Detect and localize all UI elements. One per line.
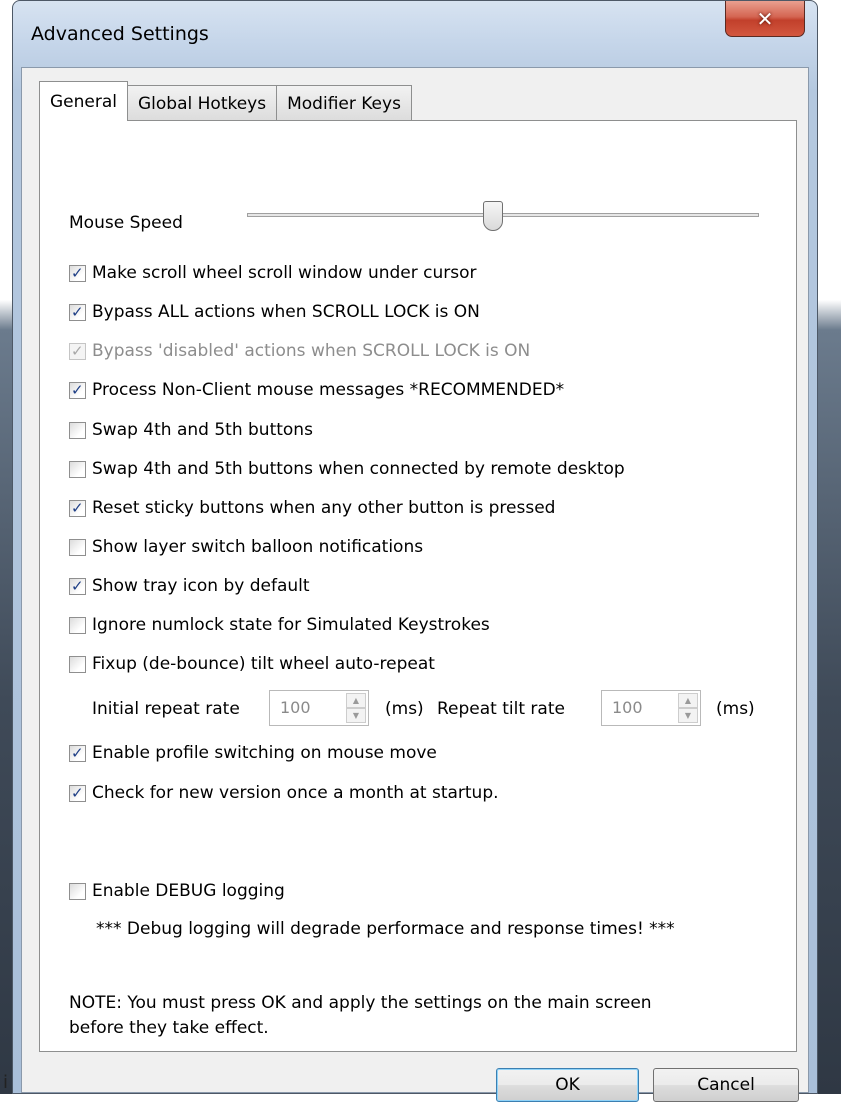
note-line-2: before they take effect. <box>69 1018 269 1038</box>
tab-strip: General Global Hotkeys Modifier Keys <box>39 81 412 121</box>
checkbox-label: Show layer switch balloon notifications <box>92 537 424 557</box>
checkbox-label: Enable DEBUG logging <box>92 881 285 901</box>
spin-down-icon[interactable]: ▼ <box>346 708 366 723</box>
initial-repeat-rate-label: Initial repeat rate <box>92 699 240 719</box>
advanced-settings-window: Advanced Settings ✕ General Global Hotke… <box>12 0 818 1102</box>
title-bar[interactable]: Advanced Settings ✕ <box>13 1 817 67</box>
checkbox-label: Show tray icon by default <box>92 576 310 596</box>
checkbox[interactable] <box>69 538 86 556</box>
spin-down-icon[interactable]: ▼ <box>678 708 698 723</box>
checkmark-icon: ✓ <box>71 341 84 360</box>
debug-warning-text: *** Debug logging will degrade performac… <box>96 919 675 939</box>
checkbox-label: Bypass ALL actions when SCROLL LOCK is O… <box>92 302 480 322</box>
checkbox[interactable]: ✓ <box>69 263 86 282</box>
checkbox-label: Swap 4th and 5th buttons when connected … <box>92 459 625 479</box>
checkbox[interactable] <box>69 460 86 478</box>
note-line-1: NOTE: You must press OK and apply the se… <box>69 993 652 1013</box>
option-bypass-disabled-scroll-lock[interactable]: ✓ Bypass 'disabled' actions when SCROLL L… <box>69 339 530 363</box>
tab-modifier-keys[interactable]: Modifier Keys <box>276 85 412 121</box>
window-title: Advanced Settings <box>31 23 209 45</box>
checkmark-icon: ✓ <box>71 576 84 595</box>
checkbox-label: Reset sticky buttons when any other butt… <box>92 498 556 518</box>
checkbox[interactable]: ✓ <box>69 743 86 762</box>
repeat-tilt-rate-label: Repeat tilt rate <box>437 699 565 719</box>
stray-text: i <box>3 1072 9 1093</box>
option-debug-logging[interactable]: Enable DEBUG logging <box>69 879 285 903</box>
option-bypass-all-scroll-lock[interactable]: ✓ Bypass ALL actions when SCROLL LOCK is … <box>69 300 480 324</box>
initial-repeat-rate-unit: (ms) <box>385 699 424 719</box>
checkbox-label: Enable profile switching on mouse move <box>92 743 437 763</box>
checkbox-label: Check for new version once a month at st… <box>92 783 499 803</box>
checkbox[interactable] <box>69 616 86 634</box>
checkmark-icon: ✓ <box>71 783 84 802</box>
checkbox[interactable] <box>69 655 86 673</box>
checkbox[interactable]: ✓ <box>69 576 86 595</box>
general-tab-panel: Mouse Speed ✓ Make scroll wheel scroll wi… <box>39 120 797 1052</box>
repeat-tilt-rate-value[interactable]: 100 <box>602 691 678 725</box>
ok-button[interactable]: OK <box>496 1068 639 1102</box>
tab-general[interactable]: General <box>39 81 128 121</box>
tab-global-hotkeys[interactable]: Global Hotkeys <box>127 85 278 121</box>
option-ignore-numlock[interactable]: Ignore numlock state for Simulated Keyst… <box>69 613 490 637</box>
option-swap-remote-desktop[interactable]: Swap 4th and 5th buttons when connected … <box>69 457 625 481</box>
option-show-tray-icon[interactable]: ✓ Show tray icon by default <box>69 574 310 598</box>
checkbox-label: Swap 4th and 5th buttons <box>92 420 313 440</box>
option-reset-sticky-buttons[interactable]: ✓ Reset sticky buttons when any other but… <box>69 496 555 520</box>
spin-up-icon[interactable]: ▲ <box>346 693 366 708</box>
mouse-speed-slider-thumb[interactable] <box>482 201 503 231</box>
checkbox[interactable] <box>69 882 86 900</box>
option-scroll-under-cursor[interactable]: ✓ Make scroll wheel scroll window under c… <box>69 261 477 285</box>
checkbox[interactable]: ✓ <box>69 498 86 517</box>
checkbox-label: Process Non-Client mouse messages *RECOM… <box>92 380 565 400</box>
checkbox[interactable]: ✓ <box>69 380 86 399</box>
option-check-new-version[interactable]: ✓ Check for new version once a month at s… <box>69 781 499 805</box>
checkbox-label: Ignore numlock state for Simulated Keyst… <box>92 615 490 635</box>
option-process-non-client[interactable]: ✓ Process Non-Client mouse messages *RECO… <box>69 378 564 402</box>
cancel-button[interactable]: Cancel <box>653 1068 799 1102</box>
close-icon: ✕ <box>756 6 774 31</box>
close-button[interactable]: ✕ <box>725 1 805 37</box>
checkmark-icon: ✓ <box>71 263 84 282</box>
dialog-client-area: General Global Hotkeys Modifier Keys Mou… <box>21 67 809 1102</box>
option-balloon-notifications[interactable]: Show layer switch balloon notifications <box>69 535 423 559</box>
checkbox-label: Make scroll wheel scroll window under cu… <box>92 263 477 283</box>
desktop-background-left <box>0 0 12 1094</box>
checkbox[interactable] <box>69 421 86 439</box>
mouse-speed-slider-track[interactable] <box>247 213 759 217</box>
checkmark-icon: ✓ <box>71 743 84 762</box>
checkmark-icon: ✓ <box>71 302 84 321</box>
initial-repeat-rate-spinner[interactable]: 100 ▲ ▼ <box>269 690 369 726</box>
repeat-tilt-rate-spinner[interactable]: 100 ▲ ▼ <box>601 690 701 726</box>
checkbox[interactable]: ✓ <box>69 341 86 360</box>
checkmark-icon: ✓ <box>71 380 84 399</box>
repeat-tilt-rate-unit: (ms) <box>716 699 755 719</box>
checkbox[interactable]: ✓ <box>69 783 86 802</box>
checkbox[interactable]: ✓ <box>69 302 86 321</box>
initial-repeat-rate-value[interactable]: 100 <box>270 691 346 725</box>
option-profile-switching[interactable]: ✓ Enable profile switching on mouse move <box>69 741 437 765</box>
checkbox-label: Bypass 'disabled' actions when SCROLL LO… <box>92 341 531 361</box>
spin-up-icon[interactable]: ▲ <box>678 693 698 708</box>
desktop-background-right <box>818 0 841 1094</box>
mouse-speed-label: Mouse Speed <box>69 213 183 233</box>
option-swap-4th-5th[interactable]: Swap 4th and 5th buttons <box>69 418 313 442</box>
option-fixup-tilt-wheel[interactable]: Fixup (de-bounce) tilt wheel auto-repeat <box>69 652 435 676</box>
checkbox-label: Fixup (de-bounce) tilt wheel auto-repeat <box>92 654 435 674</box>
checkmark-icon: ✓ <box>71 498 84 517</box>
